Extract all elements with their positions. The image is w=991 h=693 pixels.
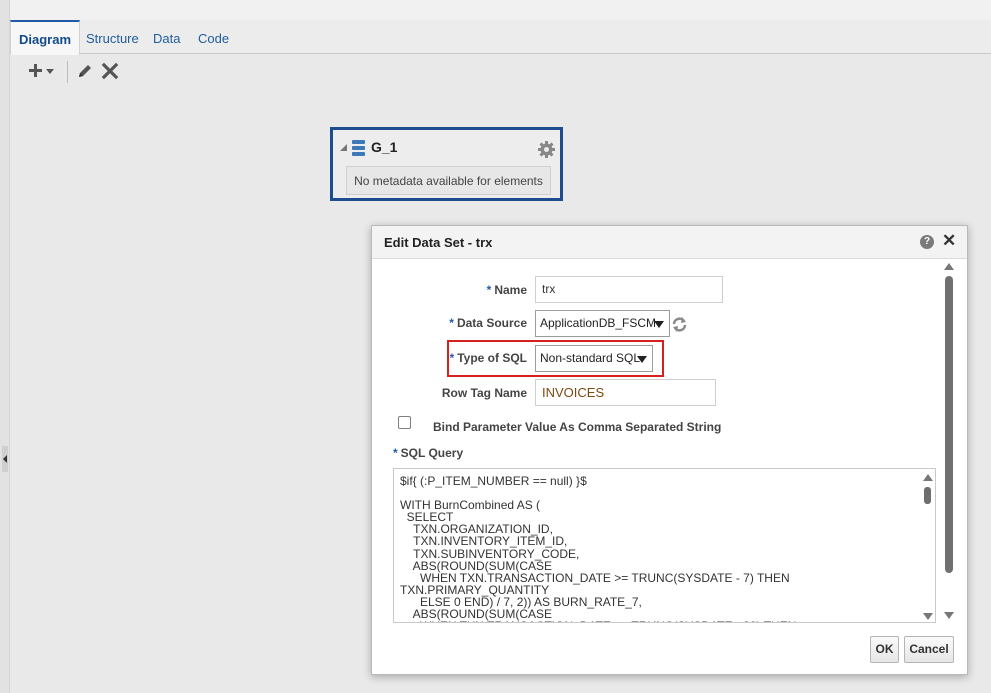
edit-data-set-dialog: Edit Data Set - trx ? ✕ * Name trx * Data … bbox=[371, 225, 968, 675]
close-icon[interactable]: ✕ bbox=[942, 232, 956, 250]
delete-x-icon bbox=[101, 62, 119, 80]
bind-parameter-checkbox[interactable] bbox=[398, 416, 411, 429]
row-tag-name-field[interactable]: INVOICES bbox=[535, 379, 716, 406]
expand-panel-handle[interactable] bbox=[2, 446, 8, 472]
sql-scroll-thumb[interactable] bbox=[924, 487, 931, 504]
collapse-triangle-icon[interactable] bbox=[340, 144, 348, 152]
sql-query-text[interactable]: $if{ (:P_ITEM_NUMBER == null) }$ WITH Bu… bbox=[400, 475, 915, 622]
edit-button[interactable] bbox=[75, 61, 95, 81]
data-source-select[interactable]: ApplicationDB_FSCM bbox=[535, 310, 670, 337]
chevron-down-icon bbox=[46, 69, 54, 74]
row-tag-name-label: Row Tag Name bbox=[441, 386, 527, 400]
ok-button[interactable]: OK bbox=[870, 636, 899, 663]
diagram-toolbar bbox=[10, 55, 410, 87]
scroll-up-icon[interactable] bbox=[944, 263, 954, 270]
dialog-scrollbar[interactable] bbox=[942, 262, 956, 624]
type-of-sql-value: Non-standard SQL bbox=[540, 351, 641, 365]
scroll-down-icon[interactable] bbox=[923, 613, 933, 620]
add-icon bbox=[29, 64, 54, 77]
toolbar-separator bbox=[67, 61, 68, 83]
bind-parameter-label: Bind Parameter Value As Comma Separated … bbox=[433, 420, 722, 434]
required-mark: * bbox=[449, 351, 455, 365]
chevron-down-icon bbox=[637, 356, 647, 363]
add-dropdown-button[interactable] bbox=[26, 61, 62, 81]
tab-structure[interactable]: Structure bbox=[78, 20, 147, 54]
scroll-down-icon[interactable] bbox=[944, 612, 954, 619]
dialog-header: Edit Data Set - trx ? ✕ bbox=[372, 226, 967, 259]
type-of-sql-label-text: Type of SQL bbox=[457, 351, 527, 365]
sql-query-textarea[interactable]: $if{ (:P_ITEM_NUMBER == null) }$ WITH Bu… bbox=[393, 468, 936, 623]
tab-diagram[interactable]: Diagram bbox=[10, 20, 81, 55]
help-icon[interactable]: ? bbox=[920, 235, 934, 249]
name-field[interactable]: trx bbox=[535, 276, 723, 303]
required-mark: * bbox=[486, 283, 492, 297]
name-label-text: Name bbox=[494, 283, 527, 297]
group-header: G_1 bbox=[333, 130, 560, 164]
dialog-title: Edit Data Set - trx bbox=[384, 235, 493, 250]
chevron-down-icon bbox=[654, 321, 664, 328]
tab-data[interactable]: Data bbox=[145, 20, 188, 54]
edit-pencil-icon bbox=[79, 65, 91, 77]
group-empty-message: No metadata available for elements bbox=[346, 166, 551, 195]
gear-icon[interactable] bbox=[538, 141, 555, 158]
sql-query-label: * SQL Query bbox=[393, 446, 463, 460]
data-source-label-text: Data Source bbox=[456, 316, 527, 330]
group-title: G_1 bbox=[371, 139, 398, 155]
required-mark: * bbox=[393, 446, 398, 460]
top-strip bbox=[0, 0, 991, 20]
delete-button[interactable] bbox=[100, 61, 120, 81]
sql-scrollbar[interactable] bbox=[921, 469, 935, 622]
left-panel-edge bbox=[0, 0, 10, 693]
dialog-scroll-thumb[interactable] bbox=[945, 276, 953, 573]
type-of-sql-select[interactable]: Non-standard SQL bbox=[535, 345, 653, 372]
data-source-value: ApplicationDB_FSCM bbox=[540, 316, 657, 330]
cancel-button[interactable]: Cancel bbox=[904, 636, 954, 663]
scroll-up-icon[interactable] bbox=[923, 474, 933, 481]
name-label: * Name bbox=[452, 283, 527, 297]
type-of-sql-label: * Type of SQL bbox=[432, 351, 527, 365]
database-icon bbox=[352, 140, 365, 156]
data-group-g1[interactable]: G_1 No metadata available for elements bbox=[330, 127, 563, 201]
sql-query-label-text: SQL Query bbox=[400, 446, 464, 460]
required-mark: * bbox=[449, 316, 454, 330]
data-source-label: * Data Source bbox=[432, 316, 527, 330]
tab-code[interactable]: Code bbox=[190, 20, 237, 54]
tab-bar: Diagram Structure Data Code bbox=[10, 20, 991, 55]
refresh-icon[interactable] bbox=[671, 316, 688, 333]
